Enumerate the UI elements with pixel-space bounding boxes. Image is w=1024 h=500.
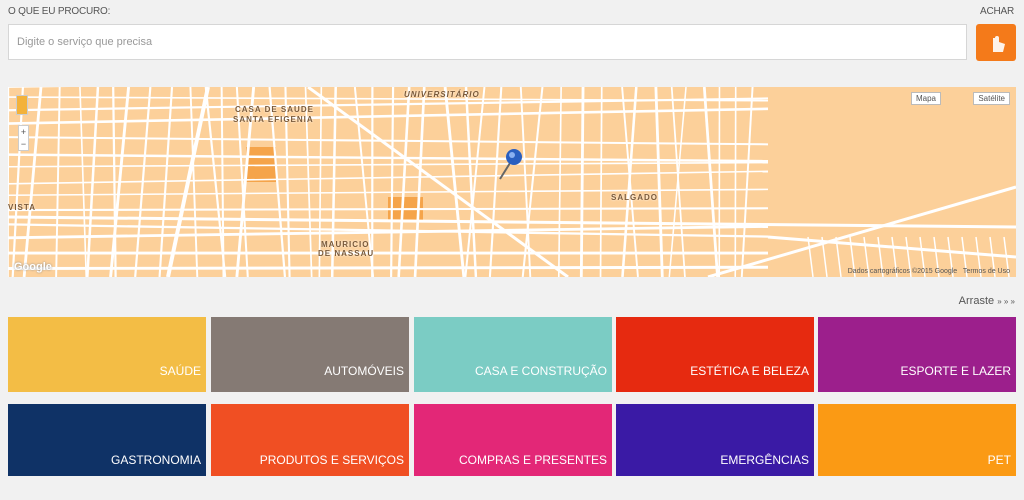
category-label: GASTRONOMIA (110, 453, 201, 467)
search-input[interactable] (8, 24, 967, 60)
search-label: O QUE EU PROCURO: (8, 6, 111, 17)
map-terms-link[interactable]: Termos de Uso (963, 268, 1010, 275)
map-label: UNIVERSITÁRIO (404, 90, 480, 99)
zoom-controls[interactable]: + − (18, 125, 29, 151)
map-label: CASA DE SAUDE (235, 105, 314, 114)
google-logo: Google (14, 261, 52, 273)
category-label: EMERGÊNCIAS (720, 453, 809, 467)
map-pin-icon (499, 149, 522, 180)
map[interactable]: + − UNIVERSITÁRIO CASA DE SAUDE SANTA EF… (8, 87, 1016, 277)
category-tile[interactable]: PET (818, 404, 1016, 476)
map-type-map-button[interactable]: Mapa (910, 92, 941, 105)
category-label: SAÚDE (159, 364, 201, 378)
search-button[interactable] (976, 24, 1016, 61)
zoom-out-button[interactable]: − (19, 138, 28, 150)
category-label: COMPRAS E PRESENTES (458, 453, 607, 467)
category-label: ESTÉTICA E BELEZA (690, 364, 809, 378)
category-label: AUTOMÓVEIS (324, 364, 404, 378)
category-tile[interactable]: CASA E CONSTRUÇÃO (414, 317, 612, 392)
zoom-in-button[interactable]: + (19, 126, 28, 138)
category-label: ESPORTE E LAZER (900, 364, 1011, 378)
category-tile[interactable]: SAÚDE (8, 317, 206, 392)
street-view-pegman-icon[interactable] (16, 95, 28, 115)
category-label: PRODUTOS E SERVIÇOS (259, 453, 404, 467)
map-label: SANTA EFIGENIA (233, 115, 314, 124)
category-tile[interactable]: COMPRAS E PRESENTES (414, 404, 612, 476)
search-button-label: ACHAR (980, 6, 1015, 17)
map-label: VISTA (8, 203, 36, 212)
category-tile[interactable]: GASTRONOMIA (8, 404, 206, 476)
category-tile[interactable]: ESPORTE E LAZER (818, 317, 1016, 392)
map-label: SALGADO (611, 193, 658, 202)
category-label: CASA E CONSTRUÇÃO (474, 364, 607, 378)
map-label: DE NASSAU (318, 249, 375, 258)
drag-hint: Arraste » » » (959, 295, 1015, 307)
category-tile[interactable]: AUTOMÓVEIS (211, 317, 409, 392)
pointing-hand-icon (993, 36, 1005, 52)
category-tile[interactable]: ESTÉTICA E BELEZA (616, 317, 814, 392)
map-type-satellite-button[interactable]: Satélite (973, 92, 1010, 105)
category-label: PET (987, 453, 1011, 467)
drag-hint-text: Arraste (958, 295, 995, 307)
map-credits: Dados cartográficos ©2015 Google (847, 268, 958, 275)
drag-arrows-icon: » » » (997, 297, 1015, 306)
category-tile[interactable]: EMERGÊNCIAS (616, 404, 814, 476)
map-label: MAURICIO (321, 240, 370, 249)
category-tile[interactable]: PRODUTOS E SERVIÇOS (211, 404, 409, 476)
